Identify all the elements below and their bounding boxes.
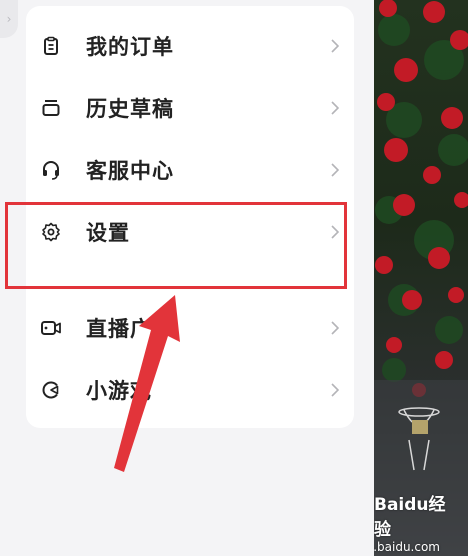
annotation-arrow: [114, 295, 180, 472]
